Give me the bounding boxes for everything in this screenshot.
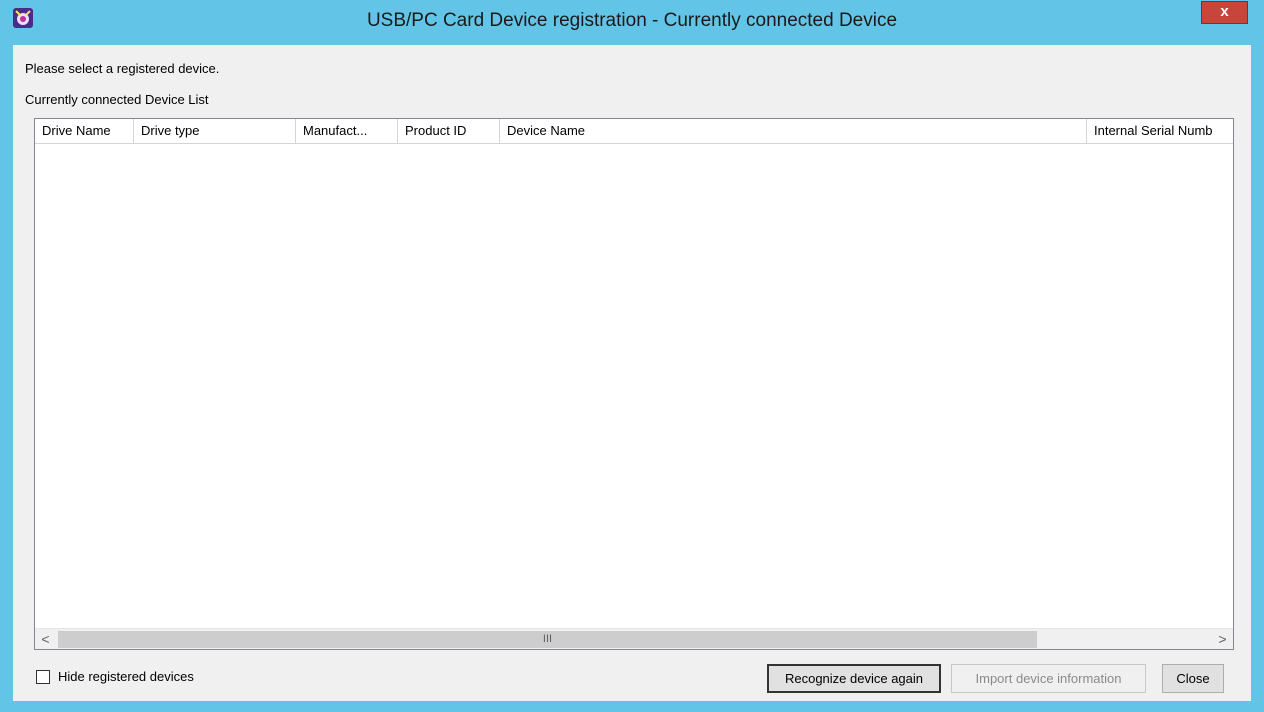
column-header-manufacturer[interactable]: Manufact... [296, 119, 398, 143]
scrollbar-grip-icon: III [542, 633, 553, 645]
import-device-info-button[interactable]: Import device information [951, 664, 1146, 693]
title-bar[interactable]: USB/PC Card Device registration - Curren… [0, 0, 1264, 44]
dialog-window: USB/PC Card Device registration - Curren… [0, 0, 1264, 712]
horizontal-scrollbar[interactable]: < III > [35, 628, 1233, 649]
column-header-product-id[interactable]: Product ID [398, 119, 500, 143]
column-header-drive-name[interactable]: Drive Name [35, 119, 134, 143]
scrollbar-thumb[interactable]: III [58, 631, 1037, 648]
column-header-drive-type[interactable]: Drive type [134, 119, 296, 143]
hide-registered-checkbox[interactable] [36, 670, 50, 684]
recognize-device-button[interactable]: Recognize device again [767, 664, 941, 693]
device-list-label: Currently connected Device List [25, 92, 209, 107]
device-table[interactable]: Drive Name Drive type Manufact... Produc… [34, 118, 1234, 650]
scroll-left-icon[interactable]: < [35, 629, 56, 649]
hide-registered-label[interactable]: Hide registered devices [58, 669, 194, 684]
column-header-device-name[interactable]: Device Name [500, 119, 1087, 143]
table-header: Drive Name Drive type Manufact... Produc… [35, 119, 1233, 144]
close-button[interactable]: Close [1162, 664, 1224, 693]
dialog-body: Please select a registered device. Curre… [13, 45, 1251, 701]
window-title: USB/PC Card Device registration - Curren… [366, 10, 898, 31]
instruction-text: Please select a registered device. [25, 61, 220, 76]
column-header-internal-serial[interactable]: Internal Serial Numb [1087, 119, 1233, 143]
close-window-button[interactable]: x [1201, 1, 1248, 24]
scroll-right-icon[interactable]: > [1212, 629, 1233, 649]
